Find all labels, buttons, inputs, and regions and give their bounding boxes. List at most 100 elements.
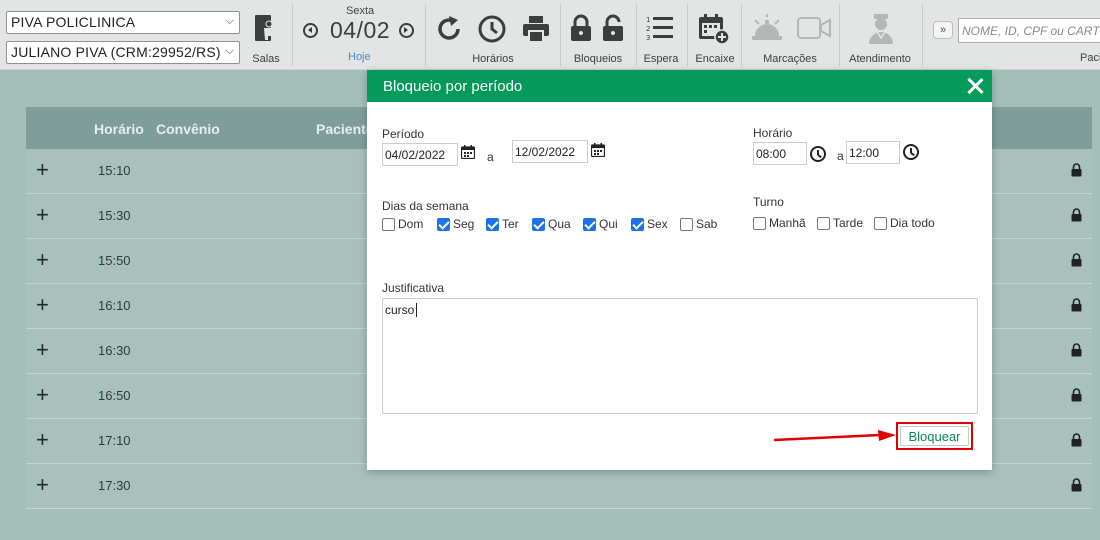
bloqueio-modal: Bloqueio por período Período 04/02/2022 … xyxy=(367,70,992,470)
turno-option-label: Manhã xyxy=(769,216,806,230)
svg-text:2: 2 xyxy=(646,25,650,33)
turno-checkbox-tarde[interactable]: Tarde xyxy=(817,216,863,230)
add-appointment-icon[interactable]: + xyxy=(36,429,49,451)
date-from-input[interactable]: 04/02/2022 xyxy=(382,143,458,166)
date-to-input[interactable]: 12/02/2022 xyxy=(512,140,588,163)
toolbar-divider xyxy=(560,4,561,66)
checkbox-checked[interactable] xyxy=(631,217,644,231)
checkbox-checked[interactable] xyxy=(583,217,596,231)
day-checkbox-sab[interactable]: Sab xyxy=(680,217,717,231)
day-checkbox-dom[interactable]: Dom xyxy=(382,217,423,231)
justificativa-textarea[interactable]: curso xyxy=(382,298,978,414)
marcacoes-group: Marcações xyxy=(745,0,835,70)
top-toolbar: PIVA POLICLINICA ⌵ JULIANO PIVA (CRM:299… xyxy=(0,0,1100,70)
modal-title: Bloqueio por período xyxy=(383,78,523,95)
video-camera-icon[interactable] xyxy=(797,17,831,39)
day-label: Qui xyxy=(599,217,618,231)
expand-toggle-button[interactable]: » xyxy=(933,21,953,39)
justificativa-text: curso xyxy=(385,303,415,317)
close-icon[interactable] xyxy=(965,76,985,96)
clinic-select[interactable]: PIVA POLICLINICA ⌵ xyxy=(6,11,240,34)
bloquear-button[interactable]: Bloquear xyxy=(900,426,969,446)
toolbar-divider xyxy=(741,4,742,66)
day-checkbox-ter[interactable]: Ter xyxy=(486,217,519,231)
encaixe-button[interactable]: Encaixe xyxy=(692,0,738,70)
calendar-icon[interactable] xyxy=(461,145,475,159)
checkbox[interactable] xyxy=(753,216,766,230)
add-appointment-icon[interactable]: + xyxy=(36,249,49,271)
annotation-arrow-icon xyxy=(774,430,896,442)
day-checkbox-sex[interactable]: Sex xyxy=(631,217,668,231)
unlock-icon[interactable] xyxy=(602,14,624,42)
turno-checkbox-dia-todo[interactable]: Dia todo xyxy=(874,216,935,230)
checkbox[interactable] xyxy=(874,216,887,230)
justificativa-label: Justificativa xyxy=(382,281,445,295)
time-to-input[interactable]: 12:00 xyxy=(846,141,900,164)
chevron-down-icon: ⌵ xyxy=(225,15,234,27)
checkbox[interactable] xyxy=(382,217,395,231)
day-checkbox-seg[interactable]: Seg xyxy=(437,217,474,231)
checkbox-checked[interactable] xyxy=(486,217,499,231)
room-door-icon xyxy=(255,15,273,41)
refresh-icon[interactable] xyxy=(436,16,464,42)
lock-icon[interactable] xyxy=(570,14,592,42)
day-label: Dom xyxy=(398,217,424,231)
time-from-input[interactable]: 08:00 xyxy=(753,142,807,165)
day-checkbox-qui[interactable]: Qui xyxy=(583,217,618,231)
salas-button[interactable]: Salas xyxy=(246,0,286,70)
doctor-select-value: JULIANO PIVA (CRM:29952/RS) xyxy=(11,44,221,60)
doctor-select[interactable]: JULIANO PIVA (CRM:29952/RS) ⌵ xyxy=(6,41,240,64)
pacientes-label: Paci xyxy=(1080,52,1100,64)
add-appointment-icon[interactable]: + xyxy=(36,339,49,361)
add-appointment-icon[interactable]: + xyxy=(36,204,49,226)
add-appointment-icon[interactable]: + xyxy=(36,159,49,181)
chevron-down-icon: ⌵ xyxy=(225,45,234,57)
lock-icon xyxy=(1071,343,1082,357)
row-time: 16:50 xyxy=(98,388,131,403)
add-appointment-icon[interactable]: + xyxy=(36,474,49,496)
table-row[interactable]: + 17:30 xyxy=(26,464,1092,509)
toolbar-divider xyxy=(636,4,637,66)
add-appointment-icon[interactable]: + xyxy=(36,294,49,316)
row-time: 15:30 xyxy=(98,208,131,223)
previous-day-icon[interactable] xyxy=(303,23,318,38)
row-time: 16:30 xyxy=(98,343,131,358)
text-caret xyxy=(416,303,418,317)
bloqueios-label[interactable]: Bloqueios xyxy=(564,53,632,65)
day-label: Seg xyxy=(453,217,475,231)
current-date: 04/02 xyxy=(330,17,391,43)
bell-icon[interactable] xyxy=(751,14,783,42)
day-label: Qua xyxy=(548,217,571,231)
turno-option-label: Dia todo xyxy=(890,216,935,230)
clock-icon[interactable] xyxy=(903,144,919,160)
checkbox-checked[interactable] xyxy=(437,217,450,231)
turno-checkbox-manha[interactable]: Manhã xyxy=(753,216,806,230)
espera-button[interactable]: 1 2 3 Espera xyxy=(640,0,682,70)
day-checkbox-qua[interactable]: Qua xyxy=(532,217,571,231)
dias-semana-label: Dias da semana xyxy=(382,199,469,213)
patient-search-input[interactable]: NOME, ID, CPF ou CARTEIRA xyxy=(958,18,1100,43)
checkbox[interactable] xyxy=(680,217,693,231)
calendar-icon[interactable] xyxy=(591,143,605,157)
lock-icon xyxy=(1071,388,1082,402)
column-header-horario: Horário xyxy=(94,121,144,137)
row-time: 16:10 xyxy=(98,298,131,313)
svg-text:1: 1 xyxy=(646,16,650,24)
checkbox[interactable] xyxy=(817,216,830,230)
atendimento-button[interactable]: Atendimento xyxy=(843,0,917,70)
clock-icon[interactable] xyxy=(810,146,826,162)
toolbar-divider xyxy=(425,4,426,66)
day-label: Sex xyxy=(647,217,668,231)
printer-icon[interactable] xyxy=(522,15,550,43)
horarios-label[interactable]: Horários xyxy=(430,53,556,65)
today-link[interactable]: Hoje xyxy=(348,51,371,63)
column-header-convenio: Convênio xyxy=(156,121,220,137)
clock-icon[interactable] xyxy=(478,15,506,43)
turno-label: Turno xyxy=(753,195,784,209)
next-day-icon[interactable] xyxy=(399,23,414,38)
toolbar-divider xyxy=(687,4,688,66)
checkbox-checked[interactable] xyxy=(532,217,545,231)
add-appointment-icon[interactable]: + xyxy=(36,384,49,406)
toolbar-divider xyxy=(292,4,293,66)
doctor-icon xyxy=(869,14,893,44)
